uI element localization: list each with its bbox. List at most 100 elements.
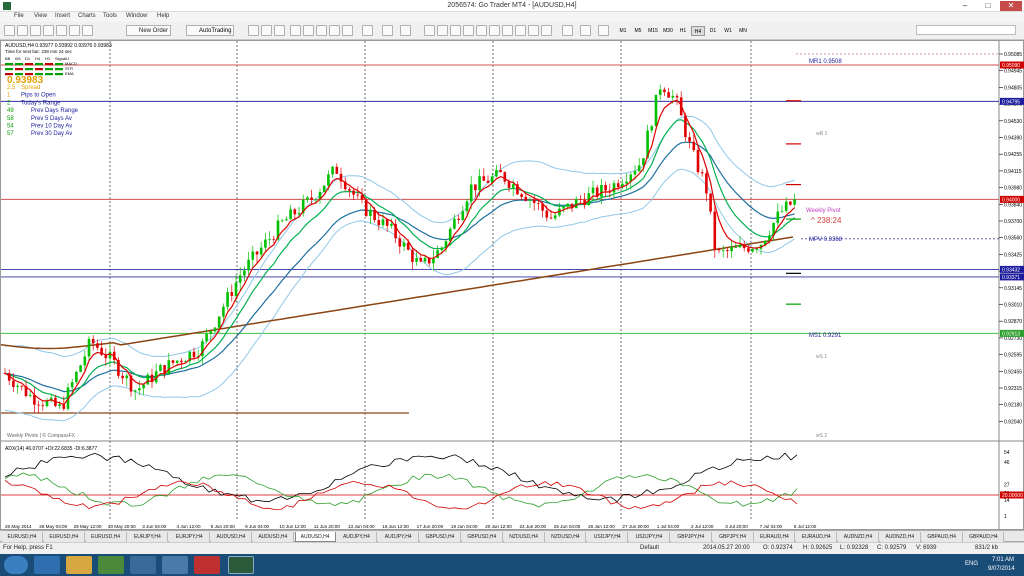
text-icon[interactable] <box>515 25 526 36</box>
taskbar: ENG 7:01 AM 9/07/2014 <box>0 554 1024 576</box>
chart-tab[interactable]: EURJPY,H4 <box>127 532 169 542</box>
ellipse-icon[interactable] <box>580 25 591 36</box>
chart-tab[interactable]: GBPUSD,H4 <box>461 532 503 542</box>
chart-window[interactable]: MR1 0.9508 MPV 0.9368 MS1 0.9291 wR 1 wS… <box>0 40 1024 531</box>
templates-icon[interactable] <box>400 25 411 36</box>
start-button[interactable] <box>4 556 28 574</box>
rectangle-icon[interactable] <box>562 25 573 36</box>
menu-window[interactable]: Window <box>126 13 147 19</box>
chart-tab[interactable]: AUDJPY,H4 <box>336 532 378 542</box>
chart-tab[interactable]: AUDUSD,H4 <box>211 532 252 542</box>
app-icon-4[interactable] <box>194 556 220 574</box>
timeframe-m30[interactable]: M30 <box>661 26 675 36</box>
app-icon-3[interactable] <box>162 556 188 574</box>
autoscroll-icon[interactable] <box>329 25 340 36</box>
menu-file[interactable]: File <box>14 13 24 19</box>
candle-body <box>793 199 796 205</box>
trendline-icon[interactable] <box>476 25 487 36</box>
mt4-taskbar-icon[interactable] <box>228 556 254 574</box>
chart-shift-icon[interactable] <box>342 25 353 36</box>
horizontal-line-icon[interactable] <box>463 25 474 36</box>
vertical-line-icon[interactable] <box>450 25 461 36</box>
info-label: Today's Range <box>21 100 61 106</box>
chart-tab[interactable]: EURUSD,H4 <box>2 532 43 542</box>
chart-tab[interactable]: NZDUSD,H4 <box>545 532 587 542</box>
candle-body <box>738 244 742 248</box>
auto-trading-button[interactable]: AutoTrading <box>186 25 235 36</box>
equidistant-channel-icon[interactable] <box>489 25 500 36</box>
menu-charts[interactable]: Charts <box>78 13 96 19</box>
info-label: Prev 10 Day Av <box>31 124 72 130</box>
maximize-button[interactable]: □ <box>977 1 999 11</box>
chart-tab[interactable]: GBPAUD,H4 <box>963 532 1005 542</box>
chart-tab[interactable]: AUDUSD,H4 <box>294 532 336 542</box>
chart-tab[interactable]: EURAUD,H4 <box>796 532 838 542</box>
chart-tab[interactable]: USDJPY,H4 <box>629 532 670 542</box>
indicators-icon[interactable] <box>362 25 373 36</box>
chart-tab[interactable]: AUDUSD,H4 <box>252 532 294 542</box>
chart-tab[interactable]: EURAUD,H4 <box>754 532 796 542</box>
tile-windows-icon[interactable] <box>316 25 327 36</box>
line-chart-icon[interactable] <box>274 25 285 36</box>
chart-tab[interactable]: GBPJPY,H4 <box>670 532 712 542</box>
close-button[interactable]: ✕ <box>1000 1 1022 11</box>
candle-body <box>255 251 259 255</box>
timeframe-m5[interactable]: M5 <box>631 26 645 36</box>
candle-body <box>171 360 175 363</box>
cursor-icon[interactable] <box>424 25 435 36</box>
bar-chart-icon[interactable] <box>248 25 259 36</box>
candle-body <box>125 375 129 379</box>
candle-body <box>138 388 141 391</box>
chart-tab[interactable]: AUDNZD,H4 <box>879 532 921 542</box>
timeframe-m15[interactable]: M15 <box>646 26 660 36</box>
new-chart-icon[interactable] <box>4 25 15 36</box>
chrome-icon[interactable] <box>98 556 124 574</box>
fibonacci-icon[interactable] <box>502 25 513 36</box>
zoom-in-icon[interactable] <box>290 25 301 36</box>
language-indicator[interactable]: ENG <box>965 561 978 567</box>
timeframe-h4[interactable]: H4 <box>691 26 705 36</box>
timeframe-d1[interactable]: D1 <box>706 26 720 36</box>
candle-body <box>461 211 465 220</box>
text-label-icon[interactable] <box>528 25 539 36</box>
candle-body <box>532 199 536 203</box>
explorer-icon[interactable] <box>66 556 92 574</box>
ie-icon[interactable] <box>34 556 60 574</box>
crosshair-icon[interactable] <box>437 25 448 36</box>
chart-tab[interactable]: AUDJPY,H4 <box>378 532 420 542</box>
strategy-tester-icon[interactable] <box>82 25 93 36</box>
periods-icon[interactable] <box>382 25 393 36</box>
chart-tab[interactable]: EURUSD,H4 <box>85 532 127 542</box>
chart-tab[interactable]: AUDNZD,H4 <box>838 532 879 542</box>
terminal-icon[interactable] <box>69 25 80 36</box>
new-order-button[interactable]: New Order <box>126 25 172 36</box>
navigator-icon[interactable] <box>56 25 67 36</box>
profiles-icon[interactable] <box>17 25 28 36</box>
data-window-icon[interactable] <box>43 25 54 36</box>
app-icon-2[interactable] <box>130 556 156 574</box>
timeframe-m1[interactable]: M1 <box>616 26 630 36</box>
zoom-out-icon[interactable] <box>303 25 314 36</box>
chart-tab[interactable]: USDJPY,H4 <box>587 532 629 542</box>
timeframe-w1[interactable]: W1 <box>721 26 735 36</box>
chart-tab[interactable]: GBPUSD,H4 <box>420 532 461 542</box>
candlestick-icon[interactable] <box>261 25 272 36</box>
more-tools-icon[interactable] <box>598 25 609 36</box>
chart-tab[interactable]: GBPJPY,H4 <box>712 532 754 542</box>
minimize-button[interactable]: – <box>954 1 976 11</box>
menu-view[interactable]: View <box>34 13 47 19</box>
chart-tab[interactable]: EURJPY,H4 <box>169 532 211 542</box>
menu-help[interactable]: Help <box>157 13 169 19</box>
timeframe-h1[interactable]: H1 <box>676 26 690 36</box>
market-watch-icon[interactable] <box>30 25 41 36</box>
timeframe-mn[interactable]: MN <box>736 26 750 36</box>
candle-body <box>562 206 565 209</box>
chart-tab[interactable]: NZDUSD,H4 <box>503 532 545 542</box>
chart-tab[interactable]: EURUSD,H4 <box>43 532 85 542</box>
menu-tools[interactable]: Tools <box>103 13 117 19</box>
chart-tab[interactable]: GBPAUD,H4 <box>921 532 963 542</box>
search-input[interactable] <box>916 25 1016 35</box>
arrows-icon[interactable] <box>541 25 552 36</box>
price-chart: MR1 0.9508 MPV 0.9368 MS1 0.9291 wR 1 wS… <box>1 41 1024 531</box>
menu-insert[interactable]: Insert <box>55 13 70 19</box>
